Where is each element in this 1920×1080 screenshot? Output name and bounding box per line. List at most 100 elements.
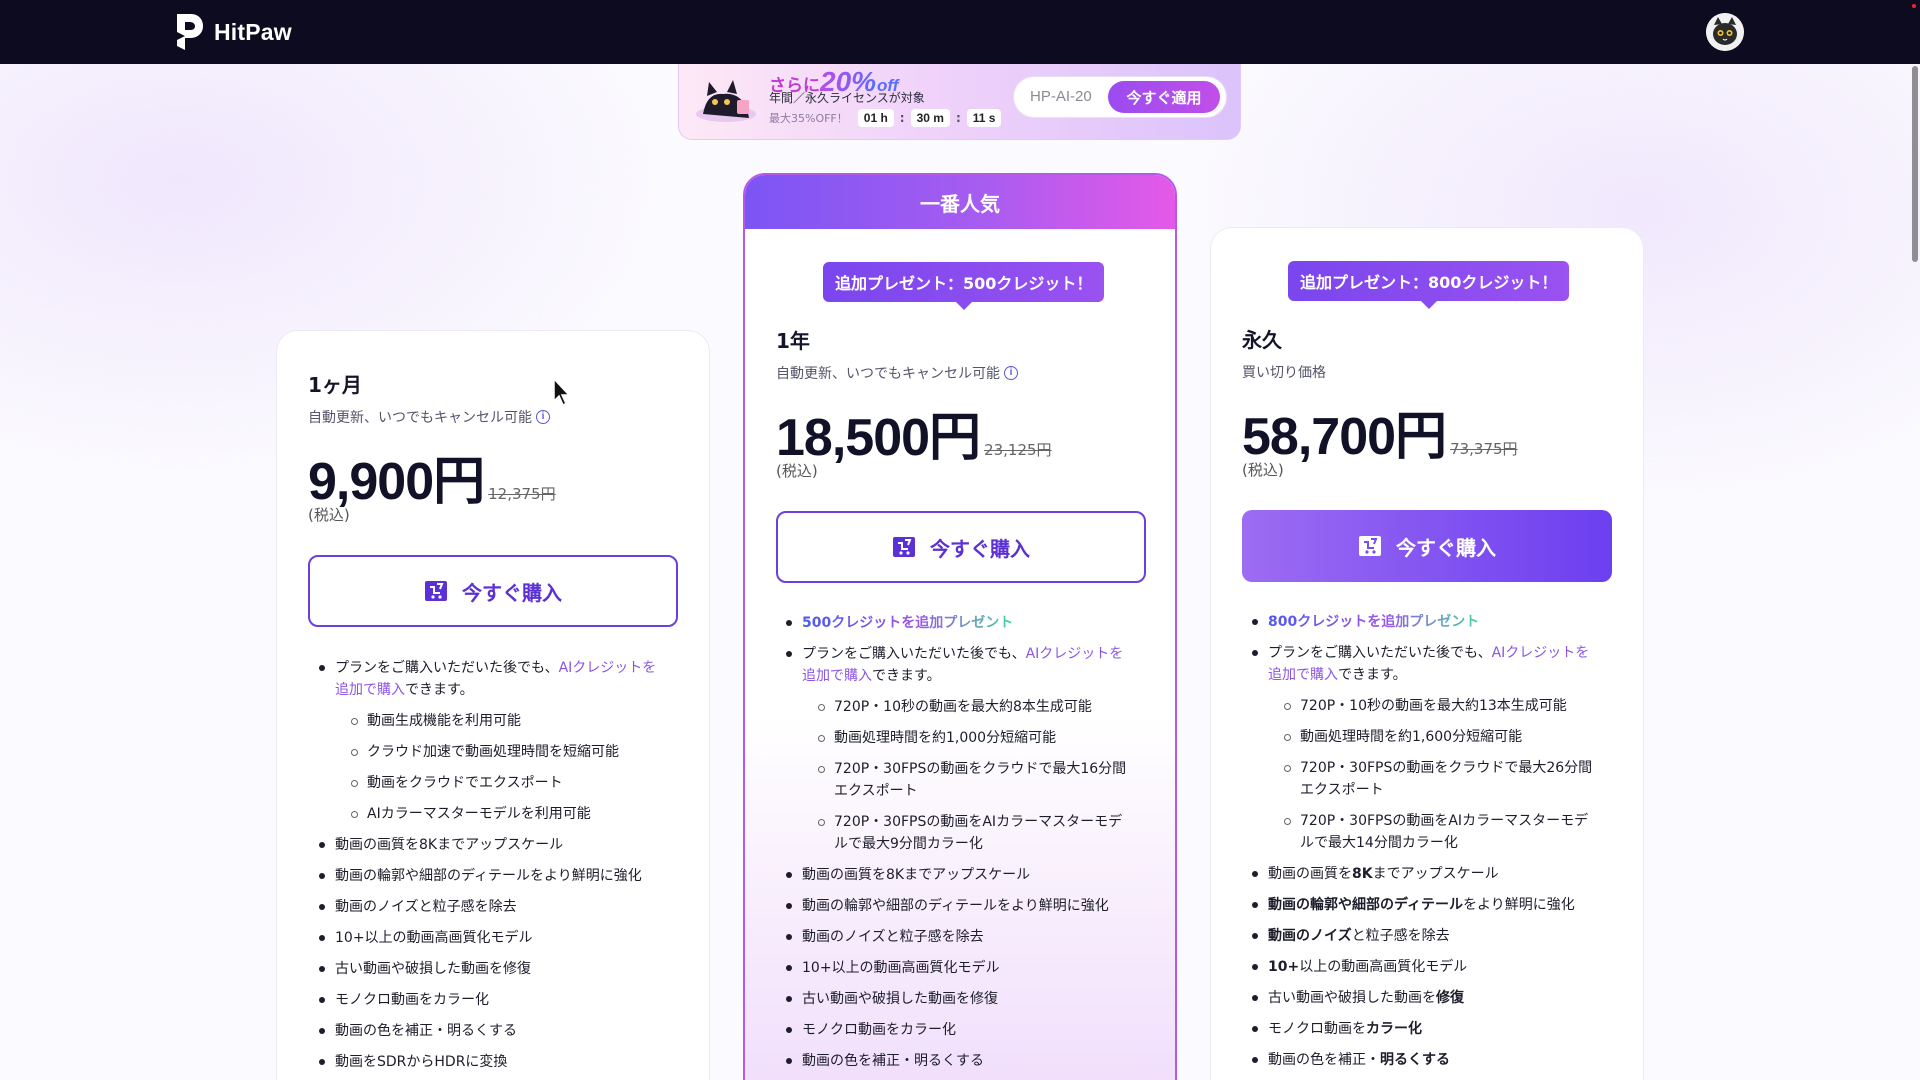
feature-subitem: 720P・30FPSの動画をクラウドで最大26分間エクスポート: [1250, 757, 1600, 801]
feature-subitem: 動画をクラウドでエクスポート: [317, 772, 667, 794]
most-popular-header: 一番人気: [745, 175, 1175, 229]
feature-text: モノクロ動画を: [1268, 1021, 1366, 1037]
feature-item: 動画の色を補正・明るくする: [317, 1020, 667, 1042]
feature-text: 以上の動画高画質化モデル: [1299, 959, 1468, 975]
feature-text: 動画の画質を: [1268, 866, 1352, 882]
feature-text: 動画のノイズ: [1268, 928, 1352, 944]
buy-now-button[interactable]: 今すぐ購入: [776, 511, 1146, 583]
feature-item: 動画のノイズと粒子感を除去: [317, 896, 667, 918]
feature-item: 動画をSDRからHDRに変換: [317, 1051, 667, 1073]
logo-text: HitPaw: [214, 18, 292, 45]
feature-subitem: 720P・30FPSの動画をクラウドで最大16分間エクスポート: [784, 758, 1134, 802]
feature-list: 800クレジットを追加プレゼント プランをご購入いただいた後でも、AIクレジットを…: [1250, 611, 1600, 1080]
feature-list: 500クレジットを追加プレゼントプランをご購入いただいた後でも、AIクレジットを…: [784, 612, 1134, 1080]
feature-text: と粒子感を除去: [1351, 928, 1450, 944]
feature-text: までアップスケール: [1372, 866, 1499, 882]
feature-item: 動画の画質を8Kまでアップスケール: [784, 864, 1134, 886]
feature-text: 10+: [1268, 959, 1300, 975]
feature-subitem: 動画処理時間を約1,000分短縮可能: [784, 727, 1134, 749]
tax-note: (税込): [776, 462, 818, 480]
feature-subitem: 720P・30FPSの動画をAIカラーマスターモデルで最大9分間カラー化: [784, 811, 1134, 855]
feature-text: カラー化: [1366, 1021, 1422, 1037]
feature-text: 動画の輪郭や細部のディテール: [1268, 897, 1464, 913]
feature-list: プランをご購入いただいた後でも、AIクレジットを追加で購入できます。 動画生成機能…: [317, 657, 667, 1080]
promo-banner: さらに 20% off 年間／永久ライセンスが対象 最大35%OFF！ 01 h…: [678, 64, 1241, 140]
feature-item: 動画の輪郭や細部のディテールをより鮮明に強化: [317, 865, 667, 887]
info-icon[interactable]: i: [1004, 366, 1018, 380]
buy-now-label: 今すぐ購入: [930, 536, 1030, 561]
feature-text: 古い動画や破損した動画を: [1268, 990, 1436, 1006]
feature-text: 8K: [1352, 866, 1373, 882]
timer-minutes: 30 m: [910, 109, 950, 127]
plan-subtitle-text: 買い切り価格: [1242, 365, 1326, 381]
buy-now-label: 今すぐ購入: [462, 580, 562, 605]
feature-text: プランをご購入いただいた後でも、: [802, 646, 1026, 662]
apply-coupon-button[interactable]: 今すぐ適用: [1108, 81, 1220, 113]
avatar-cat-icon: [1706, 13, 1744, 51]
plan-name: 永久: [1242, 328, 1282, 352]
price: 58,700円: [1242, 408, 1447, 466]
price-row: 58,700円 73,375円: [1242, 394, 1518, 469]
feature-subitem: クラウド加速で動画処理時間を短縮可能: [317, 741, 667, 763]
bonus-credits-text: 500クレジットを追加プレゼント: [802, 615, 1014, 631]
info-icon[interactable]: i: [536, 410, 550, 424]
feature-text: できます。: [872, 668, 941, 684]
feature-subitem: AIカラーマスターモデルを利用可能: [317, 803, 667, 825]
plan-subtitle: 買い切り価格: [1242, 362, 1326, 382]
plan-card-perpetual: 追加プレゼント：800クレジット！ 永久 買い切り価格 58,700円 73,3…: [1210, 227, 1644, 1080]
plan-name: 1ヶ月: [308, 373, 362, 397]
feature-subitem: 動画生成機能を利用可能: [317, 710, 667, 732]
price-row: 9,900円 12,375円: [308, 439, 556, 514]
bonus-credit-badge: 追加プレゼント：800クレジット！: [1288, 261, 1570, 309]
feature-item: 動画の色を補正・明るくする: [784, 1050, 1134, 1072]
scrollbar-thumb[interactable]: [1912, 66, 1918, 262]
countdown-timer: 最大35%OFF！ 01 h : 30 m : 11 s: [769, 109, 1002, 127]
feature-text: 修復: [1436, 990, 1464, 1006]
feature-text: をより鮮明に強化: [1463, 897, 1575, 913]
tax-note: (税込): [308, 506, 350, 524]
timer-separator: :: [899, 111, 905, 125]
feature-item: 動画の色を補正・明るくする: [1250, 1049, 1600, 1071]
feature-subitem: 動画処理時間を約1,600分短縮可能: [1250, 726, 1600, 748]
promo-subtitle: 年間／永久ライセンスが対象: [769, 91, 925, 105]
old-price: 73,375円: [1450, 440, 1518, 458]
feature-item: 古い動画や破損した動画を修復: [1250, 987, 1600, 1009]
cart-icon: [893, 537, 915, 557]
hitpaw-logo[interactable]: HitPaw: [174, 12, 292, 52]
coupon-code[interactable]: HP-AI-20: [1030, 88, 1092, 105]
feature-bonus-credits: 500クレジットを追加プレゼント: [784, 612, 1134, 634]
top-nav-bar: HitPaw: [0, 0, 1920, 64]
feature-item: 動画のノイズと粒子感を除去: [1250, 925, 1600, 947]
feature-text: できます。: [405, 682, 474, 698]
feature-subitem: 720P・10秒の動画を最大約13本生成可能: [1250, 695, 1600, 717]
feature-text: プランをご購入いただいた後でも、: [1268, 645, 1492, 661]
feature-item: 動画の輪郭や細部のディテールをより鮮明に強化: [784, 895, 1134, 917]
feature-item: 動画の画質を8Kまでアップスケール: [317, 834, 667, 856]
feature-item: 10+以上の動画高画質化モデル: [1250, 956, 1600, 978]
buy-now-button[interactable]: 今すぐ購入: [1242, 510, 1612, 582]
notification-dot: [1912, 4, 1916, 8]
buy-now-button[interactable]: 今すぐ購入: [308, 555, 678, 627]
feature-bonus-credits: 800クレジットを追加プレゼント: [1250, 611, 1600, 633]
plan-subtitle-text: 自動更新、いつでもキャンセル可能: [776, 366, 1000, 382]
plan-card-yearly: 一番人気 追加プレゼント：500クレジット！ 1年 自動更新、いつでもキャンセル…: [743, 173, 1177, 1080]
feature-item: 動画の画質を8Kまでアップスケール: [1250, 863, 1600, 885]
feature-subitem: 720P・30FPSの動画をAIカラーマスターモデルで最大14分間カラー化: [1250, 810, 1600, 854]
timer-label: 最大35%OFF！: [769, 112, 848, 125]
user-avatar[interactable]: [1706, 13, 1744, 51]
feature-item: 古い動画や破損した動画を修復: [784, 988, 1134, 1010]
timer-hours: 01 h: [857, 109, 894, 127]
bonus-credits-text: 800クレジットを追加プレゼント: [1268, 614, 1480, 630]
page-scrollbar[interactable]: [1910, 64, 1920, 1080]
cart-icon: [425, 581, 447, 601]
feature-subitem: 720P・10秒の動画を最大約8本生成可能: [784, 696, 1134, 718]
feature-item: 10+以上の動画高画質化モデル: [784, 957, 1134, 979]
plan-subtitle-text: 自動更新、いつでもキャンセル可能: [308, 410, 532, 426]
plan-name: 1年: [776, 329, 810, 353]
tax-note: (税込): [1242, 461, 1284, 479]
feature-item-credits: プランをご購入いただいた後でも、AIクレジットを追加で購入できます。: [784, 643, 1134, 687]
feature-text: できます。: [1338, 667, 1407, 683]
mouse-cursor-icon: [553, 378, 571, 407]
feature-item: 10+以上の動画高画質化モデル: [317, 927, 667, 949]
feature-item: 動画のノイズと粒子感を除去: [784, 926, 1134, 948]
